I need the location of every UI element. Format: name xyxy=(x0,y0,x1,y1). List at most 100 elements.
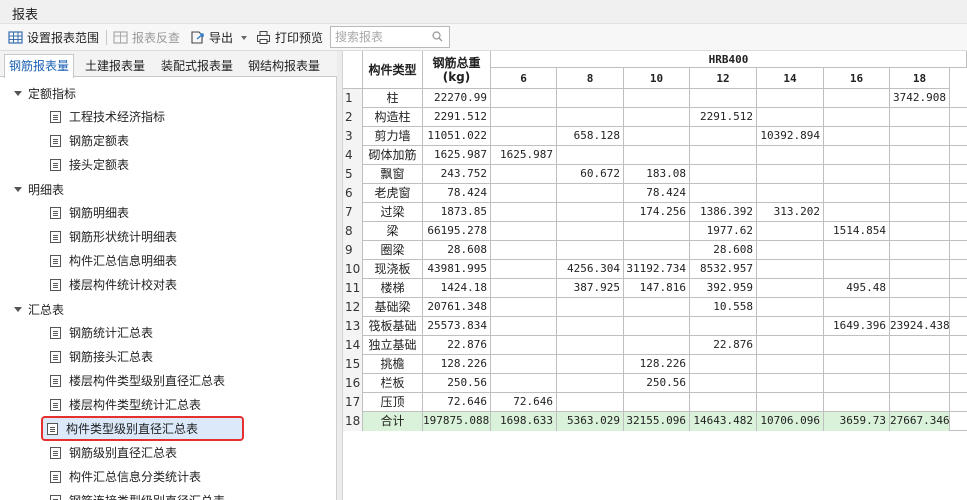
tree-item[interactable]: 工程技术经济指标 xyxy=(46,106,169,127)
cell-diameter-value[interactable] xyxy=(890,241,950,260)
cell-diameter-value[interactable]: 28.608 xyxy=(690,241,757,260)
row-number[interactable]: 13 xyxy=(343,317,363,336)
table-row[interactable]: 4 砌体加筋 1625.987 1625.987 xyxy=(343,146,967,165)
cell-diameter-value[interactable]: 1977.62 xyxy=(690,222,757,241)
cell-component-type[interactable]: 剪力墙 xyxy=(363,127,423,146)
cell-component-type[interactable]: 栏板 xyxy=(363,374,423,393)
cell-diameter-value[interactable] xyxy=(824,127,890,146)
cell-component-type[interactable]: 过梁 xyxy=(363,203,423,222)
cell-total-weight[interactable]: 1424.18 xyxy=(423,279,491,298)
cell-component-type[interactable]: 构造柱 xyxy=(363,108,423,127)
reverse-check-button[interactable]: 报表反查 xyxy=(113,27,180,48)
cell-diameter-value[interactable] xyxy=(624,336,690,355)
row-number[interactable]: 16 xyxy=(343,374,363,393)
tree-item[interactable]: 构件汇总信息明细表 xyxy=(46,250,181,271)
row-number[interactable]: 3 xyxy=(343,127,363,146)
row-number[interactable]: 8 xyxy=(343,222,363,241)
row-number[interactable]: 15 xyxy=(343,355,363,374)
cell-diameter-value[interactable] xyxy=(890,374,950,393)
table-row[interactable]: 15 挑檐 128.226 128.226 xyxy=(343,355,967,374)
cell-diameter-value[interactable]: 3742.908 xyxy=(890,89,950,108)
cell-diameter-value[interactable]: 1514.854 xyxy=(824,222,890,241)
cell-diameter-value[interactable] xyxy=(824,336,890,355)
cell-diameter-value[interactable] xyxy=(557,317,624,336)
cell-diameter-value[interactable]: 5363.029 xyxy=(557,412,624,431)
row-number[interactable]: 18 xyxy=(343,412,363,431)
table-row[interactable]: 1 柱 22270.99 3742.908 xyxy=(343,89,967,108)
cell-diameter-value[interactable] xyxy=(890,203,950,222)
cell-total-weight[interactable]: 20761.348 xyxy=(423,298,491,317)
cell-component-type[interactable]: 柱 xyxy=(363,89,423,108)
cell-diameter-value[interactable] xyxy=(757,355,824,374)
header-diameter[interactable]: 6 xyxy=(491,68,557,89)
cell-diameter-value[interactable] xyxy=(491,241,557,260)
search-icon[interactable] xyxy=(432,31,443,42)
cell-diameter-value[interactable] xyxy=(491,222,557,241)
cell-diameter-value[interactable]: 4256.304 xyxy=(557,260,624,279)
cell-component-type[interactable]: 老虎窗 xyxy=(363,184,423,203)
cell-total-weight[interactable]: 197875.088 xyxy=(423,412,491,431)
cell-component-type[interactable]: 基础梁 xyxy=(363,298,423,317)
cell-diameter-value[interactable] xyxy=(690,89,757,108)
tree-item[interactable]: 钢筋级别直径汇总表 xyxy=(46,442,181,463)
tree-group-detail[interactable]: 明细表 xyxy=(14,179,64,199)
cell-diameter-value[interactable] xyxy=(890,336,950,355)
table-row[interactable]: 11 楼梯 1424.18 387.925 147.816 392.959 495.48 xyxy=(343,279,967,298)
cell-diameter-value[interactable]: 22.876 xyxy=(690,336,757,355)
table-row[interactable]: 12 基础梁 20761.348 10.558 xyxy=(343,298,967,317)
cell-diameter-value[interactable]: 27667.346 xyxy=(890,412,950,431)
cell-diameter-value[interactable] xyxy=(557,336,624,355)
cell-diameter-value[interactable]: 128.226 xyxy=(624,355,690,374)
table-row[interactable]: 3 剪力墙 11051.022 658.128 10392.894 xyxy=(343,127,967,146)
search-box[interactable] xyxy=(330,26,450,48)
cell-diameter-value[interactable] xyxy=(757,89,824,108)
cell-component-type[interactable]: 飘窗 xyxy=(363,165,423,184)
cell-diameter-value[interactable] xyxy=(557,393,624,412)
header-diameter[interactable]: 18 xyxy=(890,68,950,89)
cell-component-type[interactable]: 现浇板 xyxy=(363,260,423,279)
cell-total-weight[interactable]: 78.424 xyxy=(423,184,491,203)
cell-component-type[interactable]: 筏板基础 xyxy=(363,317,423,336)
table-row[interactable]: 6 老虎窗 78.424 78.424 xyxy=(343,184,967,203)
cell-diameter-value[interactable] xyxy=(491,374,557,393)
header-total-weight[interactable]: 钢筋总重 (kg) xyxy=(423,51,491,89)
table-row[interactable]: 13 筏板基础 25573.834 1649.396 23924.438 xyxy=(343,317,967,336)
cell-diameter-value[interactable]: 387.925 xyxy=(557,279,624,298)
cell-diameter-value[interactable]: 3659.73 xyxy=(824,412,890,431)
cell-diameter-value[interactable] xyxy=(491,279,557,298)
tree-item[interactable]: 钢筋明细表 xyxy=(46,202,133,223)
cell-diameter-value[interactable]: 147.816 xyxy=(624,279,690,298)
row-number[interactable]: 1 xyxy=(343,89,363,108)
cell-total-weight[interactable]: 11051.022 xyxy=(423,127,491,146)
table-row[interactable]: 16 栏板 250.56 250.56 xyxy=(343,374,967,393)
search-input[interactable] xyxy=(331,27,425,47)
cell-total-weight[interactable]: 25573.834 xyxy=(423,317,491,336)
row-number[interactable]: 10 xyxy=(343,260,363,279)
row-number[interactable]: 2 xyxy=(343,108,363,127)
cell-component-type[interactable]: 独立基础 xyxy=(363,336,423,355)
row-number[interactable]: 5 xyxy=(343,165,363,184)
cell-diameter-value[interactable] xyxy=(624,222,690,241)
cell-diameter-value[interactable] xyxy=(491,336,557,355)
header-diameter[interactable]: 16 xyxy=(824,68,890,89)
cell-diameter-value[interactable]: 60.672 xyxy=(557,165,624,184)
tab-rebar-report[interactable]: 钢筋报表量 xyxy=(4,54,75,78)
cell-diameter-value[interactable] xyxy=(757,374,824,393)
cell-diameter-value[interactable] xyxy=(890,127,950,146)
cell-total-weight[interactable]: 43981.995 xyxy=(423,260,491,279)
cell-diameter-value[interactable] xyxy=(824,184,890,203)
cell-diameter-value[interactable]: 1625.987 xyxy=(491,146,557,165)
caret-down-icon[interactable] xyxy=(14,186,22,192)
row-number[interactable]: 14 xyxy=(343,336,363,355)
cell-diameter-value[interactable] xyxy=(757,241,824,260)
cell-diameter-value[interactable] xyxy=(491,260,557,279)
cell-diameter-value[interactable] xyxy=(890,165,950,184)
cell-diameter-value[interactable] xyxy=(491,184,557,203)
tree-item[interactable]: 钢筋连接类型级别直径汇总表 xyxy=(46,490,229,500)
cell-diameter-value[interactable] xyxy=(557,222,624,241)
cell-diameter-value[interactable]: 72.646 xyxy=(491,393,557,412)
table-row[interactable]: 10 现浇板 43981.995 4256.304 31192.734 8532.957 xyxy=(343,260,967,279)
cell-diameter-value[interactable] xyxy=(690,317,757,336)
table-row[interactable]: 8 梁 66195.278 1977.62 1514.854 xyxy=(343,222,967,241)
cell-diameter-value[interactable]: 10706.096 xyxy=(757,412,824,431)
